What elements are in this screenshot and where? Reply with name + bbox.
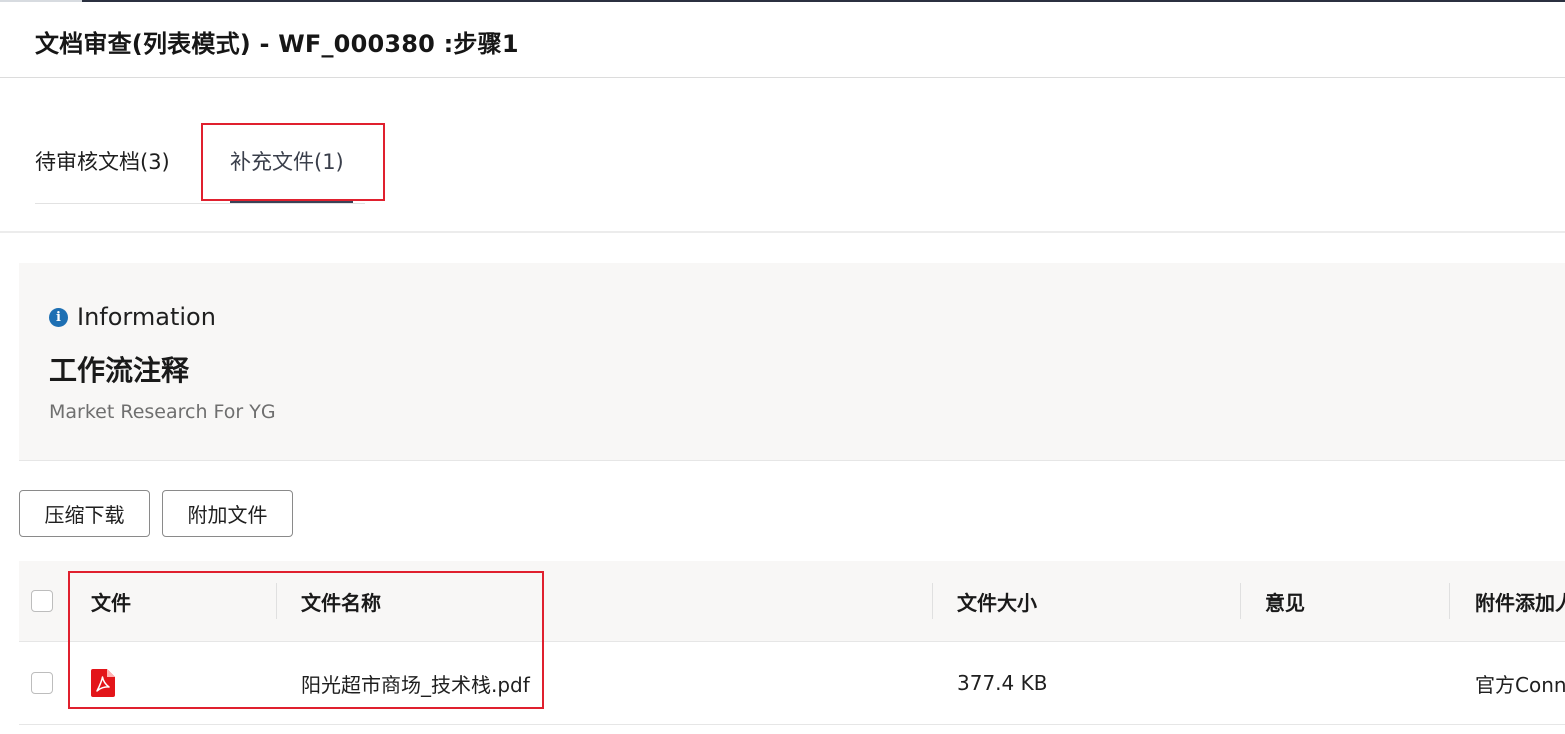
row-select-checkbox[interactable] [31, 672, 53, 694]
zip-download-button[interactable]: 压缩下载 [19, 490, 150, 537]
file-icon-cell [91, 642, 271, 724]
page-title: 文档审查(列表模式) - WF_000380 :步骤1 [35, 30, 519, 58]
tab-bar: 待审核文档(3) 补充文件(1) [35, 124, 385, 204]
select-all-checkbox[interactable] [31, 590, 53, 612]
info-description: Market Research For YG [49, 401, 276, 423]
info-circle-icon: i [49, 307, 68, 327]
header-checkbox-cell [31, 561, 71, 641]
info-label: Information [77, 303, 216, 331]
file-size-cell: 377.4 KB [957, 671, 1048, 695]
column-separator [1240, 583, 1241, 619]
row-checkbox-cell [31, 642, 71, 724]
column-separator [276, 583, 277, 619]
column-header-file[interactable]: 文件 [91, 561, 271, 641]
column-header-adder[interactable]: 附件添加人 [1475, 561, 1565, 641]
attach-file-button[interactable]: 附加文件 [162, 490, 293, 537]
column-header-opinion[interactable]: 意见 [1265, 561, 1445, 641]
files-table: 文件 文件名称 文件大小 意见 附件添加人 阳光超市商场_技术栈.pdf 377… [19, 561, 1565, 725]
page-header: 文档审查(列表模式) - WF_000380 :步骤1 [0, 2, 1565, 78]
info-title: 工作流注释 [49, 354, 190, 387]
tab-bar-baseline [35, 203, 365, 204]
column-header-filename[interactable]: 文件名称 [301, 561, 921, 641]
column-header-filesize[interactable]: 文件大小 [957, 561, 1237, 641]
column-separator [932, 583, 933, 619]
adder-cell: 官方Conn [1475, 672, 1565, 697]
pdf-file-icon[interactable] [91, 669, 115, 697]
tab-pending-documents[interactable]: 待审核文档(3) [35, 146, 170, 176]
info-panel: i Information 工作流注释 Market Research For … [19, 263, 1565, 461]
column-separator [1449, 583, 1450, 619]
section-divider [0, 231, 1565, 233]
tab-supplementary-files[interactable]: 补充文件(1) [230, 146, 344, 176]
table-header: 文件 文件名称 文件大小 意见 附件添加人 [19, 561, 1565, 642]
info-header: i Information [49, 303, 216, 331]
opinion-cell [1265, 642, 1445, 724]
table-row[interactable]: 阳光超市商场_技术栈.pdf 377.4 KB 官方Conn [19, 642, 1565, 725]
file-name-cell[interactable]: 阳光超市商场_技术栈.pdf [301, 642, 921, 724]
